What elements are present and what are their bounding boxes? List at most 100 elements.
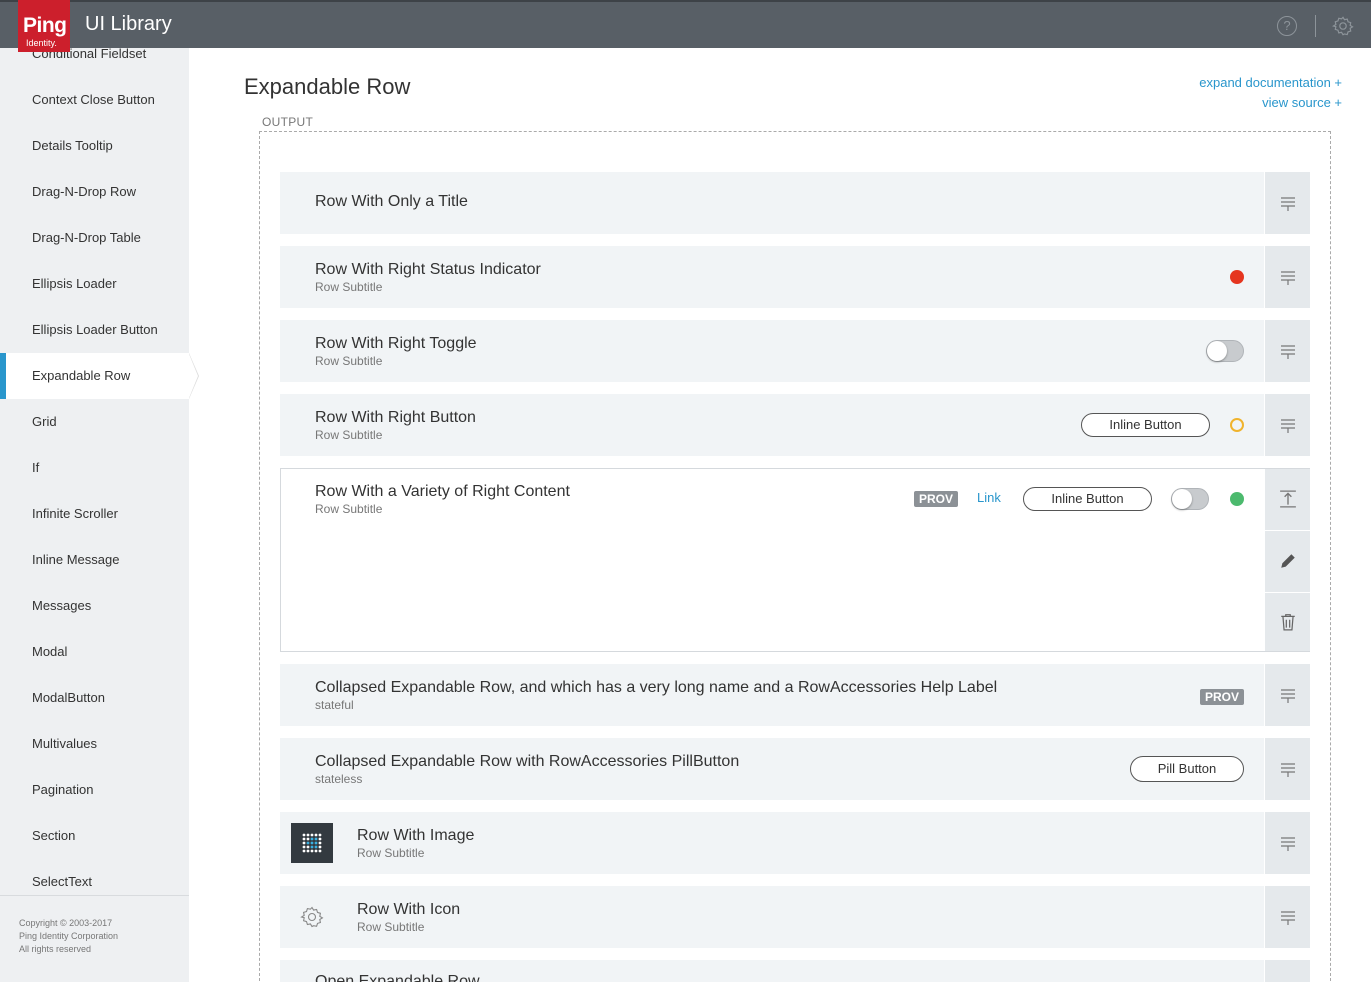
help-icon[interactable]: ? xyxy=(1277,16,1297,36)
row-expand-control[interactable] xyxy=(1264,394,1310,456)
logo-subtext: Identity. xyxy=(26,38,57,48)
row-delete-control[interactable] xyxy=(1264,593,1310,651)
row-subtitle: Row Subtitle xyxy=(315,428,383,442)
expandable-row: Row With Icon Row Subtitle xyxy=(280,886,1310,948)
row-subtitle: Row Subtitle xyxy=(315,280,383,294)
inline-button[interactable]: Inline Button xyxy=(1081,413,1210,437)
row-expand-control[interactable] xyxy=(1264,812,1310,874)
row-title: Row With a Variety of Right Content xyxy=(315,483,570,500)
collapse-icon[interactable] xyxy=(1279,490,1297,508)
toggle-knob xyxy=(1172,489,1192,509)
expandable-row: Row With Image Row Subtitle xyxy=(280,812,1310,874)
row-title: Row With Right Button xyxy=(315,409,476,426)
expandable-row: Collapsed Expandable Row, and which has … xyxy=(280,664,1310,726)
row-collapse-control[interactable] xyxy=(1264,469,1310,531)
app-header: UI Library ? xyxy=(0,0,1371,48)
prov-badge: PROV xyxy=(1200,689,1245,705)
row-subtitle: Row Subtitle xyxy=(357,846,425,860)
sidebar-nav: Conditional Fieldset Context Close Butto… xyxy=(0,48,189,982)
ping-logo[interactable]: Ping Identity. xyxy=(18,0,70,52)
expand-documentation-link[interactable]: expand documentation + xyxy=(1199,75,1342,90)
row-title: Collapsed Expandable Row with RowAccesso… xyxy=(315,753,740,770)
sidebar-item-if[interactable]: If xyxy=(0,445,189,491)
sidebar-item-details-tooltip[interactable]: Details Tooltip xyxy=(0,123,189,169)
inline-button[interactable]: Inline Button xyxy=(1023,487,1152,511)
sidebar-item-inline-message[interactable]: Inline Message xyxy=(0,537,189,583)
row-subtitle: Row Subtitle xyxy=(357,920,425,934)
row-expand-control[interactable] xyxy=(1264,246,1310,308)
app-title: UI Library xyxy=(85,13,172,35)
sidebar-item-conditional-fieldset[interactable]: Conditional Fieldset xyxy=(0,48,189,77)
trash-icon[interactable] xyxy=(1279,613,1297,631)
row-expand-control[interactable] xyxy=(1264,172,1310,234)
sidebar-item-drag-n-drop-table[interactable]: Drag-N-Drop Table xyxy=(0,215,189,261)
page-title: Expandable Row xyxy=(244,74,411,99)
row-title: Row With Icon xyxy=(357,901,461,918)
expandable-row: Row With Right Status Indicator Row Subt… xyxy=(280,246,1310,308)
sidebar-item-messages[interactable]: Messages xyxy=(0,583,189,629)
gear-icon xyxy=(300,906,324,928)
expandable-row: Open Expandable Row xyxy=(280,960,1310,982)
company-text: Ping Identity Corporation xyxy=(19,931,119,941)
row-toggle[interactable] xyxy=(1171,488,1209,510)
row-expand-control[interactable] xyxy=(1264,960,1310,982)
sidebar-item-pagination[interactable]: Pagination xyxy=(0,767,189,813)
logo-wordmark: Ping xyxy=(23,14,67,37)
expand-icon[interactable] xyxy=(1280,909,1296,925)
rights-text: All rights reserved xyxy=(19,944,92,954)
sidebar-item-expandable-row[interactable]: Expandable Row xyxy=(0,353,189,399)
output-label: OUTPUT xyxy=(262,115,314,129)
expandable-row-open: Row With a Variety of Right Content Row … xyxy=(280,468,1310,652)
sidebar-item-drag-n-drop-row[interactable]: Drag-N-Drop Row xyxy=(0,169,189,215)
row-subtitle: Row Subtitle xyxy=(315,502,383,516)
active-nav-pointer-fill xyxy=(189,354,198,398)
row-title: Collapsed Expandable Row, and which has … xyxy=(315,679,998,696)
expandable-row: Row With Right Button Row Subtitle Inlin… xyxy=(280,394,1310,456)
view-source-link[interactable]: view source + xyxy=(1262,95,1342,110)
expand-icon[interactable] xyxy=(1280,835,1296,851)
expand-icon[interactable] xyxy=(1280,269,1296,285)
sidebar-item-modal[interactable]: Modal xyxy=(0,629,189,675)
prov-badge: PROV xyxy=(914,491,959,507)
expandable-row: Row With Only a Title xyxy=(280,172,1310,234)
copyright-text: Copyright © 2003-2017 xyxy=(19,918,113,928)
sidebar-footer: Copyright © 2003-2017 Ping Identity Corp… xyxy=(0,895,189,982)
pill-button[interactable]: Pill Button xyxy=(1130,756,1244,782)
sidebar-item-context-close-button[interactable]: Context Close Button xyxy=(0,77,189,123)
row-expand-control[interactable] xyxy=(1264,320,1310,382)
row-link[interactable]: Link xyxy=(977,490,1001,505)
status-indicator-red xyxy=(1230,270,1244,284)
pencil-icon[interactable] xyxy=(1279,552,1297,570)
row-expand-control[interactable] xyxy=(1264,886,1310,948)
expand-icon[interactable] xyxy=(1280,761,1296,777)
expand-icon[interactable] xyxy=(1280,343,1296,359)
sidebar-item-modalbutton[interactable]: ModalButton xyxy=(0,675,189,721)
row-title: Open Expandable Row xyxy=(315,973,480,982)
row-title: Row With Right Toggle xyxy=(315,335,477,352)
row-title: Row With Image xyxy=(357,827,475,844)
sidebar-item-ellipsis-loader-button[interactable]: Ellipsis Loader Button xyxy=(0,307,189,353)
expandable-row: Row With Right Toggle Row Subtitle xyxy=(280,320,1310,382)
row-expand-control[interactable] xyxy=(1264,664,1310,726)
sidebar-item-infinite-scroller[interactable]: Infinite Scroller xyxy=(0,491,189,537)
row-toggle[interactable] xyxy=(1206,340,1244,362)
header-divider xyxy=(1315,15,1316,37)
row-subtitle: Row Subtitle xyxy=(315,354,383,368)
expand-icon[interactable] xyxy=(1280,687,1296,703)
row-subtitle: stateless xyxy=(315,772,363,786)
row-edit-control[interactable] xyxy=(1264,531,1310,593)
row-expand-control[interactable] xyxy=(1264,738,1310,800)
toggle-knob xyxy=(1207,341,1227,361)
expand-icon[interactable] xyxy=(1280,417,1296,433)
sidebar-item-multivalues[interactable]: Multivalues xyxy=(0,721,189,767)
status-indicator-green xyxy=(1230,492,1244,506)
sidebar-item-section[interactable]: Section xyxy=(0,813,189,859)
expand-icon[interactable] xyxy=(1280,195,1296,211)
expandable-row: Collapsed Expandable Row with RowAccesso… xyxy=(280,738,1310,800)
grid-dots-icon xyxy=(302,833,322,853)
sidebar-item-ellipsis-loader[interactable]: Ellipsis Loader xyxy=(0,261,189,307)
row-title: Row With Right Status Indicator xyxy=(315,261,541,278)
status-indicator-yellow xyxy=(1230,418,1244,432)
sidebar-item-grid[interactable]: Grid xyxy=(0,399,189,445)
gear-icon[interactable] xyxy=(1332,15,1354,37)
